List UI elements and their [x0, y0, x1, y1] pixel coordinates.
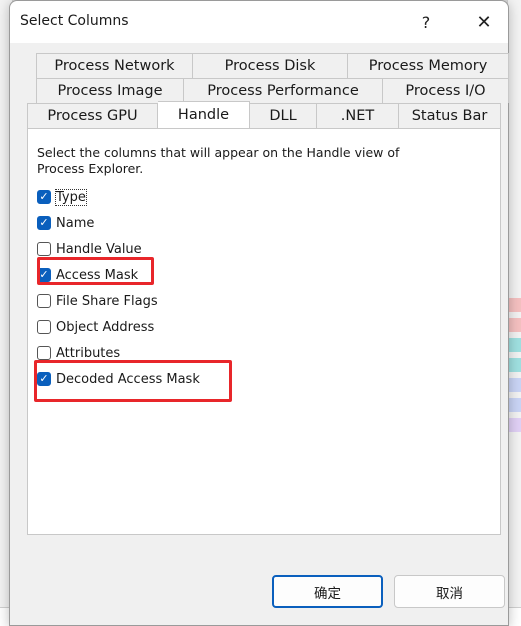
panel-description: Select the columns that will appear on t…	[37, 145, 400, 176]
name-label: Name	[56, 215, 95, 231]
tab-dll[interactable]: DLL	[250, 103, 317, 128]
ok-button[interactable]: 确定	[272, 575, 383, 608]
type-label: Type	[55, 188, 87, 206]
handle-columns-panel: Select the columns that will appear on t…	[27, 128, 501, 535]
tab-status-bar[interactable]: Status Bar	[399, 103, 501, 128]
help-icon: ?	[421, 12, 431, 32]
tab-handle[interactable]: Handle	[158, 101, 250, 128]
tab-row-2: Process Image Process Performance Proces…	[36, 78, 509, 103]
file-share-flags-label: File Share Flags	[56, 293, 158, 309]
help-button[interactable]: ?	[404, 7, 448, 37]
tab-process-memory[interactable]: Process Memory	[348, 53, 509, 78]
option-file-share-flags[interactable]: File Share Flags	[37, 292, 158, 310]
tab-process-gpu[interactable]: Process GPU	[27, 103, 158, 128]
handle-value-checkbox[interactable]	[37, 242, 51, 256]
tab-process-disk[interactable]: Process Disk	[193, 53, 348, 78]
attributes-label: Attributes	[56, 345, 121, 361]
option-type[interactable]: ✓ Type	[37, 188, 87, 206]
background-app-right-edge	[507, 0, 521, 626]
tab-process-io[interactable]: Process I/O	[383, 78, 509, 103]
option-handle-value[interactable]: Handle Value	[37, 240, 142, 258]
highlight-box-access-mask	[37, 257, 154, 285]
option-object-address[interactable]: Object Address	[37, 318, 154, 336]
file-share-flags-checkbox[interactable]	[37, 294, 51, 308]
tab-process-performance[interactable]: Process Performance	[184, 78, 383, 103]
tab-process-image[interactable]: Process Image	[36, 78, 184, 103]
type-checkbox[interactable]: ✓	[37, 190, 51, 204]
tab-dotnet[interactable]: .NET	[317, 103, 399, 128]
check-icon: ✓	[39, 216, 49, 229]
attributes-checkbox[interactable]	[37, 346, 51, 360]
name-checkbox[interactable]: ✓	[37, 216, 51, 230]
dialog-title: Select Columns	[20, 13, 129, 29]
tab-row-1: Process Network Process Disk Process Mem…	[36, 53, 509, 78]
option-name[interactable]: ✓ Name	[37, 214, 94, 232]
tab-process-network[interactable]: Process Network	[36, 53, 193, 78]
select-columns-dialog: Select Columns ? ✕ Process Network Proce…	[9, 0, 509, 626]
title-bar: Select Columns ? ✕	[10, 1, 508, 43]
handle-value-label: Handle Value	[56, 241, 142, 257]
close-icon: ✕	[476, 11, 492, 33]
tab-row-3: Process GPU Handle DLL .NET Status Bar	[27, 101, 501, 128]
cancel-button[interactable]: 取消	[394, 575, 505, 608]
close-button[interactable]: ✕	[462, 7, 506, 37]
check-icon: ✓	[39, 190, 49, 203]
object-address-label: Object Address	[56, 319, 155, 335]
highlight-box-decoded-access-mask	[34, 360, 232, 402]
object-address-checkbox[interactable]	[37, 320, 51, 334]
